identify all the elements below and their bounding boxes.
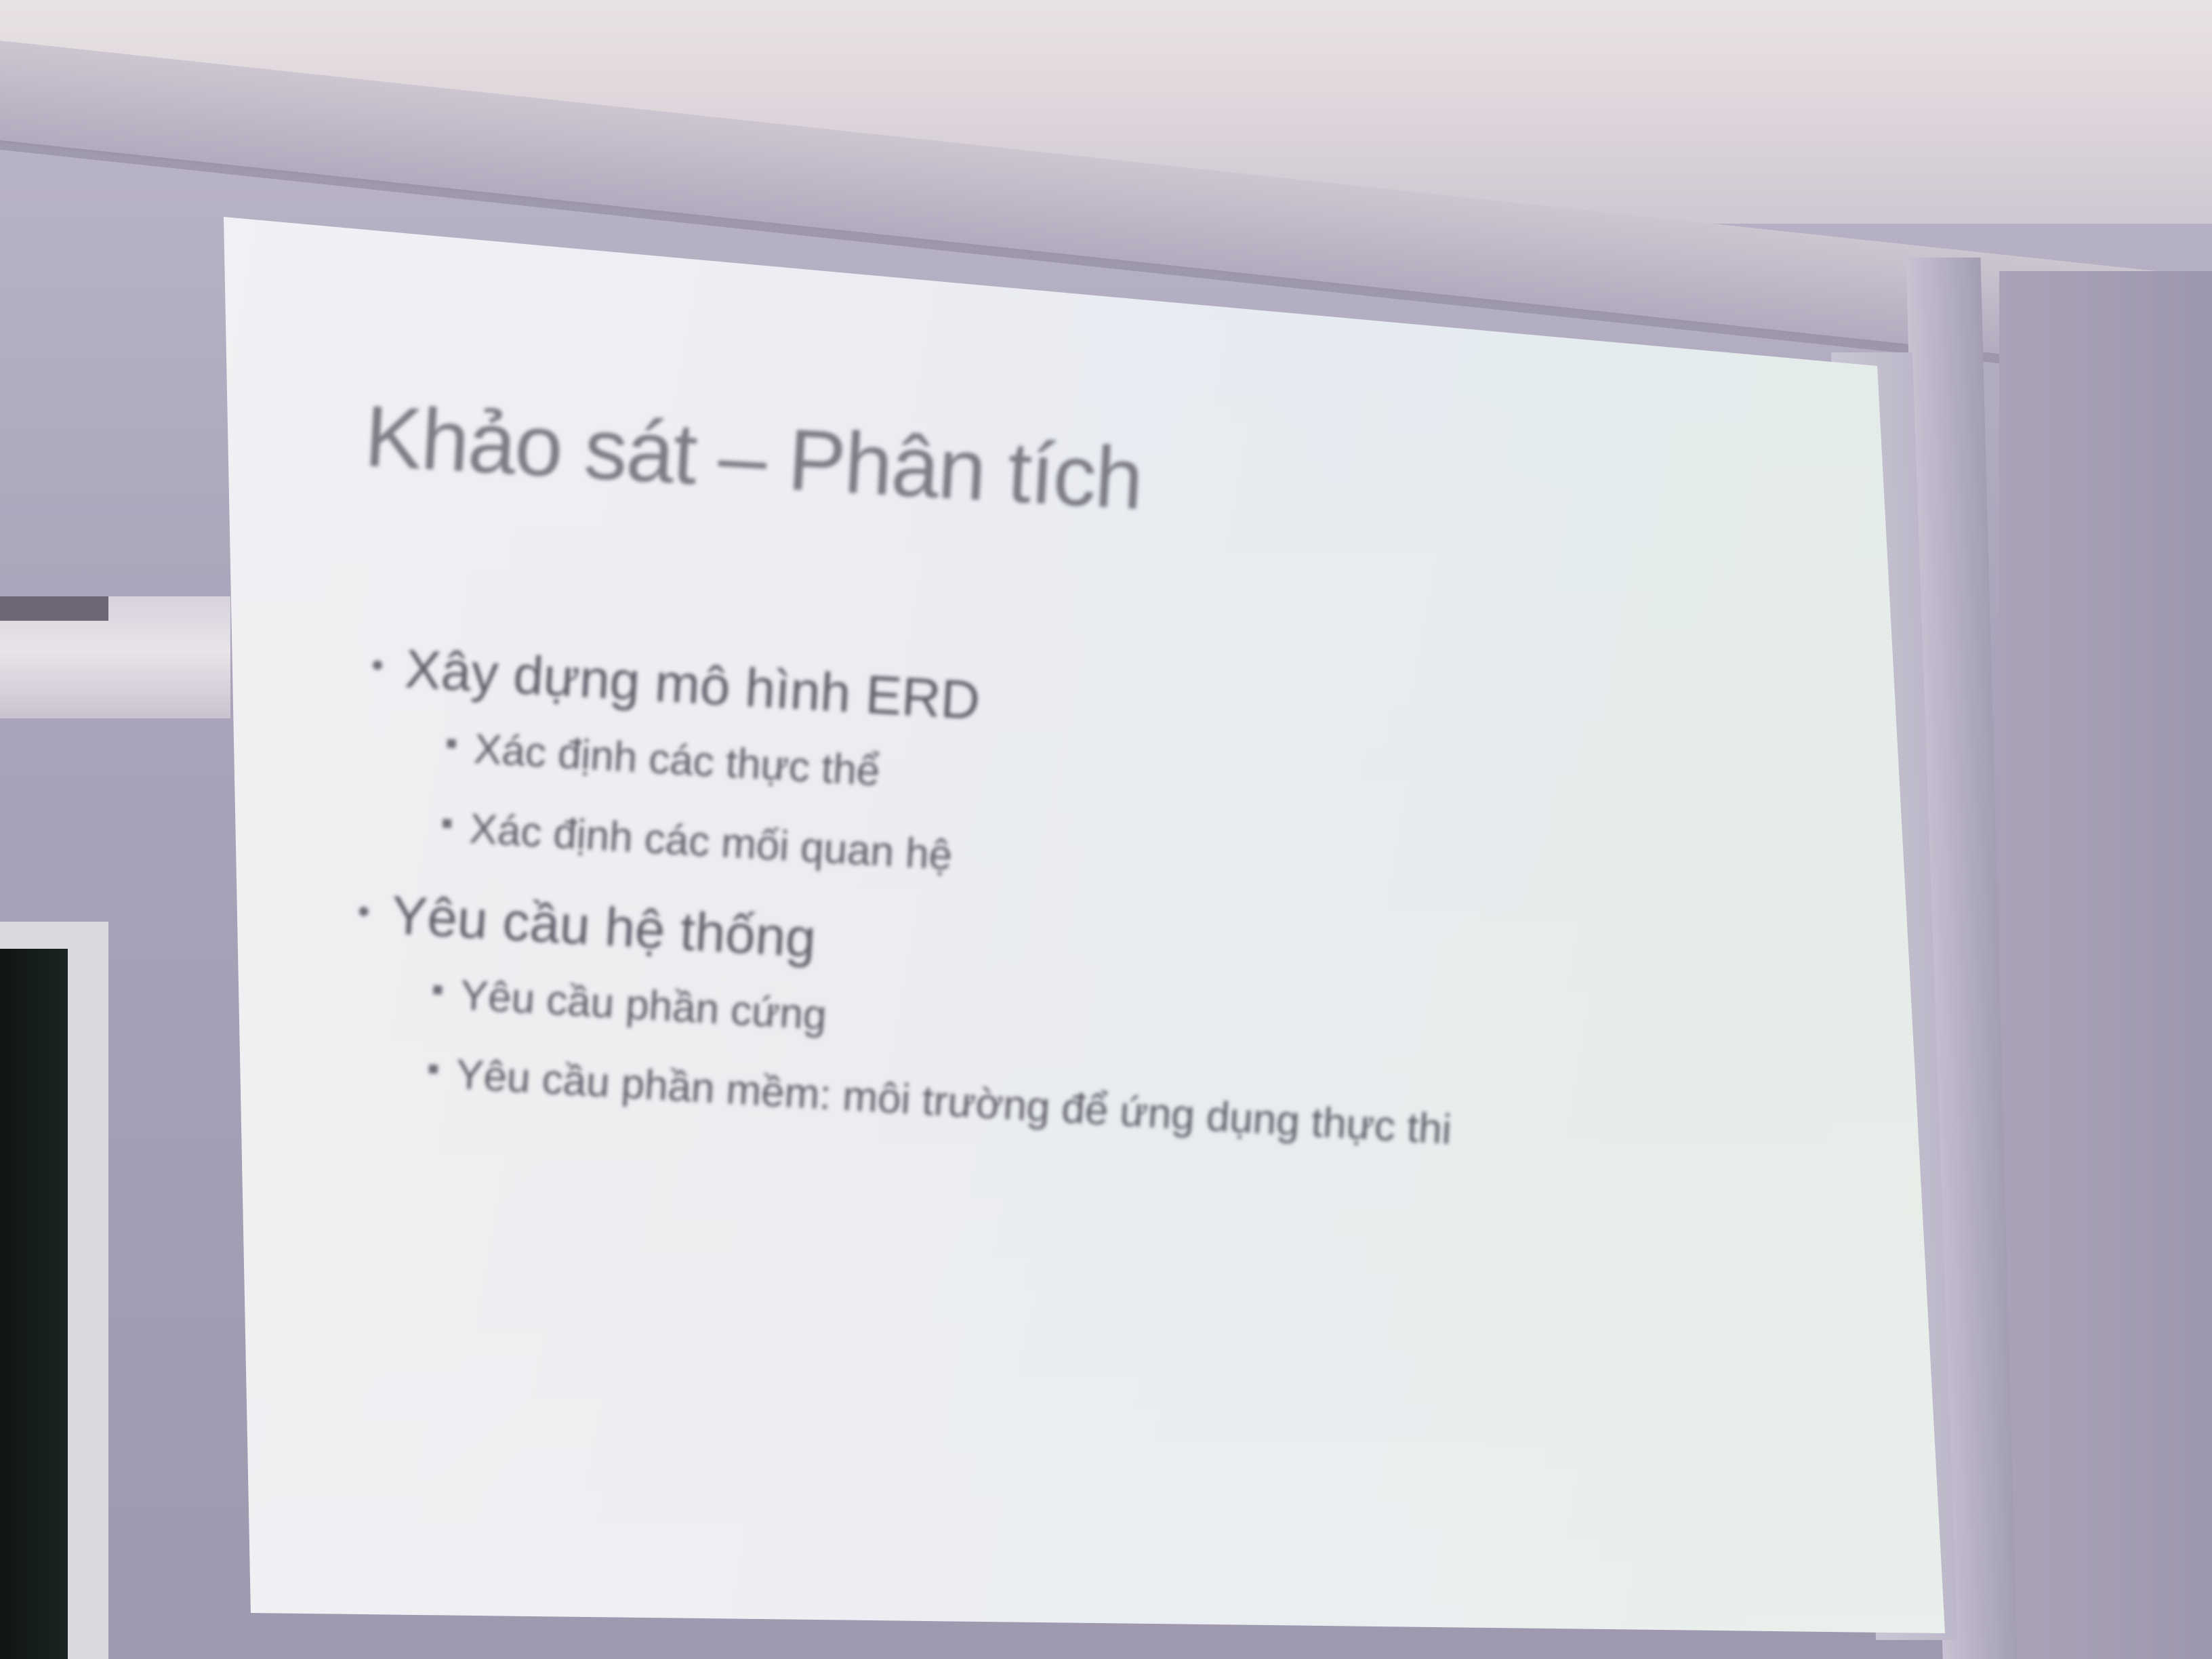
bullet-list: Xây dựng mô hình ERD Xác định các thực t… (345, 617, 1476, 1170)
slide-title: Khảo sát – Phân tích (362, 388, 1145, 528)
bullet-square-icon (447, 739, 457, 749)
sub-bullet-text: Yêu cầu phần cứng (459, 971, 828, 1039)
sub-bullet-text: Xác định các thực thể (472, 725, 882, 796)
bullet-square-icon (442, 819, 452, 828)
bullet-square-icon (428, 1065, 438, 1074)
right-wall (1999, 271, 2212, 1659)
bullet-dot-icon (372, 660, 383, 670)
photo-scene: Khảo sát – Phân tích Xây dựng mô hình ER… (0, 0, 2212, 1659)
bullet-square-icon (433, 985, 443, 995)
presentation-slide: Khảo sát – Phân tích Xây dựng mô hình ER… (224, 217, 1945, 1633)
left-board (0, 949, 68, 1659)
projection-screen: Khảo sát – Phân tích Xây dựng mô hình ER… (224, 217, 1945, 1633)
bullet-dot-icon (359, 906, 369, 916)
left-shelf (0, 596, 230, 718)
sub-bullet-text: Xác định các mối quan hệ (468, 805, 954, 880)
